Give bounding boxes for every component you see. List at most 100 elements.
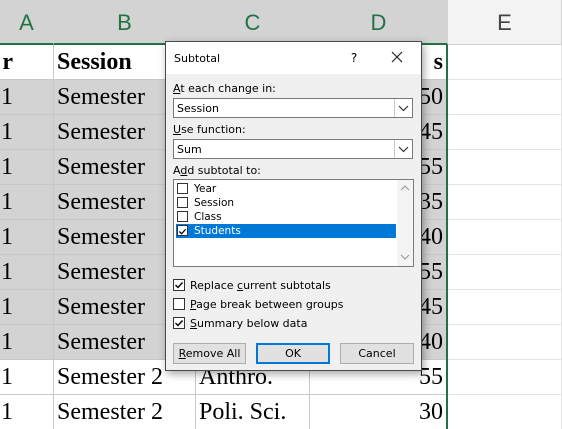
- chevron-up-icon[interactable]: [399, 183, 411, 193]
- column-header-d-label: D: [370, 10, 387, 35]
- ok-button[interactable]: OK: [256, 343, 330, 364]
- cell-e1[interactable]: [448, 45, 562, 80]
- cell-d11[interactable]: 30: [310, 395, 448, 429]
- cell-d10-text: 55: [419, 364, 443, 390]
- summary-below-checkbox[interactable]: [173, 317, 185, 329]
- chevron-down-icon[interactable]: [399, 252, 411, 262]
- list-item-class[interactable]: Class: [176, 210, 396, 224]
- cancel-button[interactable]: Cancel: [340, 343, 414, 364]
- cell-a6[interactable]: 1: [0, 220, 54, 255]
- help-button[interactable]: ?: [344, 47, 364, 69]
- at-each-change-text: t each change in:: [180, 82, 276, 95]
- list-item-checkbox[interactable]: [177, 183, 188, 194]
- cell-a9[interactable]: 1: [0, 325, 54, 360]
- column-header-d[interactable]: D: [310, 0, 448, 45]
- summary-below-label: Summary below data: [190, 316, 307, 331]
- at-each-change-dropdown[interactable]: Session: [173, 98, 413, 118]
- cell-d8-text: 45: [419, 294, 443, 320]
- cell-a2-text: 1: [1, 84, 13, 110]
- cell-a8[interactable]: 1: [0, 290, 54, 325]
- cell-a11[interactable]: 1: [0, 395, 54, 429]
- cell-e3[interactable]: [448, 115, 562, 150]
- cell-a1[interactable]: r: [0, 45, 54, 80]
- add-subtotal-text: d subtotal to:: [187, 164, 261, 177]
- column-header-a[interactable]: A: [0, 0, 54, 45]
- dialog-titlebar[interactable]: Subtotal ?: [166, 42, 421, 74]
- cancel-label: Cancel: [358, 347, 396, 360]
- dialog-title: Subtotal: [174, 52, 221, 65]
- column-header-c[interactable]: C: [196, 0, 310, 45]
- checkmark-icon: [175, 320, 184, 327]
- list-item-checkbox[interactable]: [177, 211, 188, 222]
- cell-b11[interactable]: Semester 2: [54, 395, 196, 429]
- help-icon: ?: [350, 51, 358, 65]
- page-break-label: Page break between groups: [190, 297, 344, 312]
- list-item-year[interactable]: Year: [176, 182, 396, 196]
- page-break-checkbox[interactable]: [173, 298, 185, 310]
- cell-e5[interactable]: [448, 185, 562, 220]
- use-function-value: Sum: [177, 143, 202, 156]
- column-header-c-label: C: [244, 10, 261, 35]
- column-header-b[interactable]: B: [54, 0, 196, 45]
- list-item-label: Students: [194, 225, 241, 237]
- list-item-checkbox[interactable]: [177, 197, 188, 208]
- cell-b6-text: Semester: [57, 224, 145, 250]
- cell-a2[interactable]: 1: [0, 80, 54, 115]
- replace-subtotals-option[interactable]: Replace current subtotals: [173, 278, 413, 293]
- cell-a3[interactable]: 1: [0, 115, 54, 150]
- cell-a3-text: 1: [1, 119, 13, 145]
- column-header-b-label: B: [117, 10, 132, 35]
- cell-a6-text: 1: [1, 224, 13, 250]
- cell-e6[interactable]: [448, 220, 562, 255]
- list-item-checkbox[interactable]: [177, 225, 188, 236]
- cell-e7[interactable]: [448, 255, 562, 290]
- cell-e4[interactable]: [448, 150, 562, 185]
- cell-b11-text: Semester 2: [57, 399, 163, 425]
- use-function-dropdown[interactable]: Sum: [173, 139, 413, 159]
- use-function-label: Use function:: [173, 123, 246, 136]
- summary-below-option[interactable]: Summary below data: [173, 316, 413, 331]
- checkmark-icon: [175, 282, 184, 289]
- at-each-change-value: Session: [177, 102, 219, 115]
- list-item-label: Class: [194, 211, 222, 223]
- list-item-session[interactable]: Session: [176, 196, 396, 210]
- remove-all-text: emove All: [185, 347, 241, 360]
- list-item-students[interactable]: Students: [176, 224, 396, 238]
- cell-a1-text: r: [2, 49, 13, 75]
- add-subtotal-list[interactable]: Year Session Class Students: [173, 179, 414, 267]
- cell-a7[interactable]: 1: [0, 255, 54, 290]
- cell-d4-text: 55: [419, 154, 443, 180]
- cell-e11[interactable]: [448, 395, 562, 429]
- cell-e8[interactable]: [448, 290, 562, 325]
- page-break-rest: age break between groups: [196, 298, 344, 311]
- chevron-down-icon[interactable]: [394, 99, 412, 117]
- cell-d1-text: s: [433, 49, 443, 75]
- cell-a10[interactable]: 1: [0, 360, 54, 395]
- column-header-e[interactable]: E: [448, 0, 562, 45]
- replace-label-pre: Replace: [190, 279, 238, 292]
- remove-all-button[interactable]: Remove All: [173, 343, 246, 364]
- cell-e2[interactable]: [448, 80, 562, 115]
- cell-d3-text: 45: [419, 119, 443, 145]
- cell-e10[interactable]: [448, 360, 562, 395]
- cell-a4-text: 1: [1, 154, 13, 180]
- cell-e9[interactable]: [448, 325, 562, 360]
- chevron-down-icon[interactable]: [394, 140, 412, 158]
- replace-subtotals-checkbox[interactable]: [173, 279, 185, 291]
- replace-subtotals-label: Replace current subtotals: [190, 278, 331, 293]
- cell-d7-text: 55: [419, 259, 443, 285]
- cell-b4-text: Semester: [57, 154, 145, 180]
- replace-label-rest: urrent subtotals: [243, 279, 331, 292]
- list-scrollbar[interactable]: [397, 180, 413, 266]
- page-break-option[interactable]: Page break between groups: [173, 297, 413, 312]
- subtotal-dialog: Subtotal ? At each change in: Session Us…: [165, 41, 422, 371]
- close-button[interactable]: [384, 46, 410, 70]
- cell-b3-text: Semester: [57, 119, 145, 145]
- cell-c11[interactable]: Poli. Sci.: [196, 395, 310, 429]
- cell-c11-text: Poli. Sci.: [199, 399, 287, 425]
- summary-accel: S: [190, 317, 197, 330]
- cell-a4[interactable]: 1: [0, 150, 54, 185]
- cell-a5[interactable]: 1: [0, 185, 54, 220]
- cell-a5-text: 1: [1, 189, 13, 215]
- close-icon: [391, 51, 403, 63]
